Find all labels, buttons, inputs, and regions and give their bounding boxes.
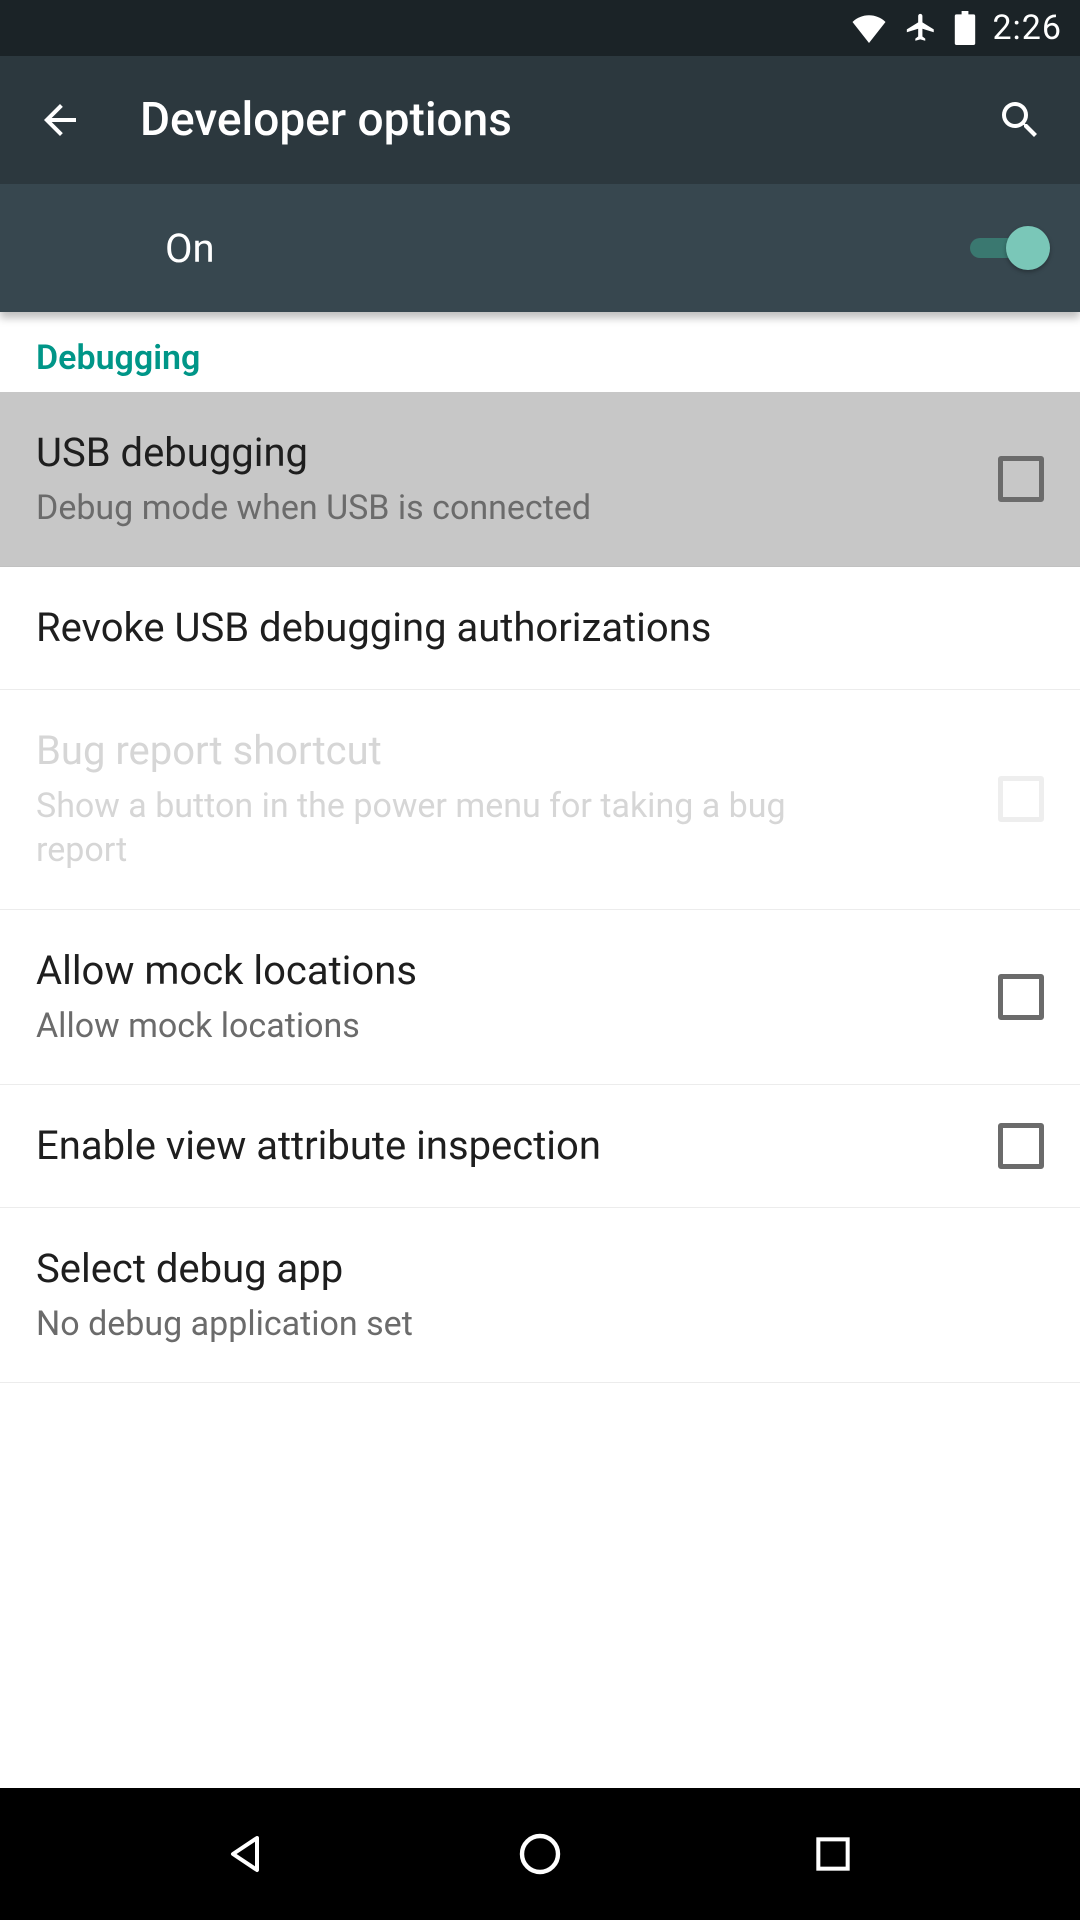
section-header-debugging: Debugging xyxy=(0,312,1080,392)
setting-usb-debugging[interactable]: USB debugging Debug mode when USB is con… xyxy=(0,392,1080,567)
checkbox-mock-locations[interactable] xyxy=(998,974,1044,1020)
status-time: 2:26 xyxy=(992,8,1062,48)
setting-title: USB debugging xyxy=(36,428,968,478)
setting-select-debug-app[interactable]: Select debug app No debug application se… xyxy=(0,1208,1080,1383)
setting-title: Revoke USB debugging authorizations xyxy=(36,603,1014,653)
master-toggle-row[interactable]: On xyxy=(0,184,1080,312)
setting-view-attribute-inspection[interactable]: Enable view attribute inspection xyxy=(0,1085,1080,1208)
setting-title: Select debug app xyxy=(36,1244,1014,1294)
nav-recent-button[interactable] xyxy=(798,1819,868,1889)
setting-title: Enable view attribute inspection xyxy=(36,1121,968,1171)
wifi-icon xyxy=(850,13,888,43)
setting-allow-mock-locations[interactable]: Allow mock locations Allow mock location… xyxy=(0,910,1080,1085)
settings-list: USB debugging Debug mode when USB is con… xyxy=(0,392,1080,1383)
setting-subtitle: Allow mock locations xyxy=(36,1004,816,1048)
master-toggle-label: On xyxy=(165,225,970,272)
search-button[interactable] xyxy=(990,90,1050,150)
nav-back-button[interactable] xyxy=(212,1819,282,1889)
airplane-icon xyxy=(904,11,938,45)
battery-icon xyxy=(954,11,976,45)
app-bar: Developer options xyxy=(0,56,1080,184)
setting-revoke-usb-auth[interactable]: Revoke USB debugging authorizations xyxy=(0,567,1080,690)
navigation-bar xyxy=(0,1788,1080,1920)
page-title: Developer options xyxy=(140,93,990,147)
nav-home-button[interactable] xyxy=(505,1819,575,1889)
checkbox-usb-debugging[interactable] xyxy=(998,456,1044,502)
checkbox-view-attribute-inspection[interactable] xyxy=(998,1123,1044,1169)
setting-subtitle: Debug mode when USB is connected xyxy=(36,486,816,530)
checkbox-bug-report-shortcut xyxy=(998,776,1044,822)
setting-title: Bug report shortcut xyxy=(36,726,968,776)
status-bar: 2:26 xyxy=(0,0,1080,56)
setting-subtitle: No debug application set xyxy=(36,1302,816,1346)
back-button[interactable] xyxy=(30,90,90,150)
setting-subtitle: Show a button in the power menu for taki… xyxy=(36,784,816,872)
master-toggle-switch[interactable] xyxy=(970,226,1050,270)
setting-bug-report-shortcut: Bug report shortcut Show a button in the… xyxy=(0,690,1080,909)
setting-title: Allow mock locations xyxy=(36,946,968,996)
